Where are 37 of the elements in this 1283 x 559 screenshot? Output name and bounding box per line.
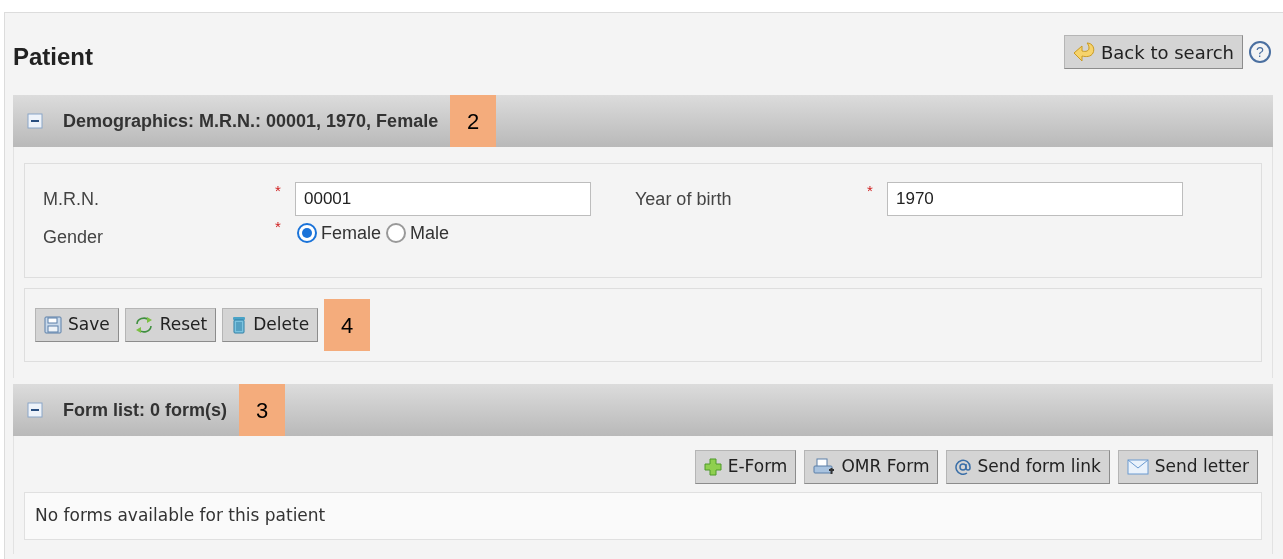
radio-button[interactable]	[386, 223, 407, 243]
callout-number: 4	[324, 299, 371, 351]
section-title: Form list: 0 form(s)	[63, 398, 227, 422]
toolbar-button[interactable]: E-Form	[694, 450, 797, 484]
collapse-icon[interactable]	[27, 113, 43, 129]
toolbar-button[interactable]: Send form link	[946, 450, 1110, 484]
required-asterisk: *	[867, 181, 874, 201]
required-asterisk: *	[275, 181, 282, 201]
callout-number: 2	[450, 95, 497, 147]
field-label: M.R.N.	[43, 187, 100, 211]
refresh-arrows-icon	[133, 316, 154, 334]
callout-number: 3	[239, 384, 285, 436]
toolbar-button[interactable]: Send letter	[1117, 450, 1258, 484]
collapse-icon[interactable]	[27, 402, 43, 418]
toolbar-button[interactable]: Reset	[124, 308, 217, 342]
help-icon[interactable]: ?	[1249, 41, 1271, 63]
return-arrow-icon	[1073, 41, 1097, 63]
trash-can-icon	[231, 316, 248, 334]
radio-option[interactable]: Female	[297, 219, 382, 247]
toolbar-button[interactable]: OMR Form	[804, 450, 939, 484]
toolbar-button[interactable]: Delete	[222, 308, 319, 342]
radio-button[interactable]	[297, 223, 317, 243]
envelope-icon	[1126, 459, 1149, 475]
field-label: Gender	[43, 225, 105, 249]
plus-icon	[703, 458, 722, 476]
empty-message: No forms available for this patient	[35, 504, 326, 528]
required-asterisk: *	[275, 217, 282, 237]
field-label: Year of birth	[635, 187, 733, 211]
back-button[interactable]: Back to search	[1064, 35, 1243, 69]
text-field[interactable]: 00001	[295, 182, 591, 216]
scanner-icon	[813, 458, 836, 476]
page-title: Patient	[13, 42, 93, 72]
section-title: Demographics: M.R.N.: 00001, 1970, Female	[63, 109, 439, 133]
radio-option[interactable]: Male	[386, 219, 450, 247]
text-field[interactable]: 1970	[887, 182, 1183, 216]
at-sign-icon	[955, 459, 972, 475]
toolbar-button[interactable]: Save	[35, 308, 119, 342]
